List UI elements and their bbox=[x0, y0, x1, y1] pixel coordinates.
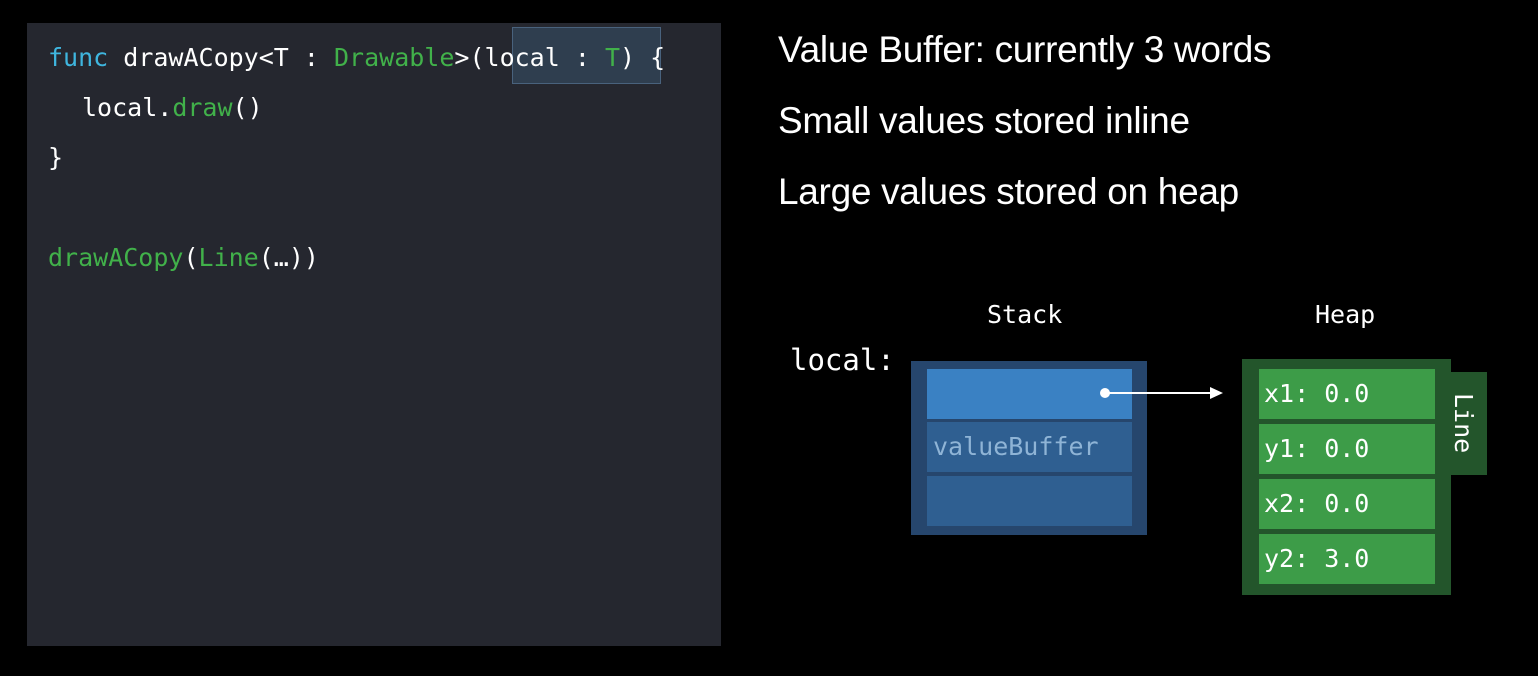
stack-cell-empty bbox=[927, 476, 1132, 526]
heap-cell-x1: x1: 0.0 bbox=[1259, 369, 1435, 419]
receiver: local. bbox=[82, 93, 173, 122]
code-line-invocation: drawACopy(Line(…)) bbox=[48, 238, 319, 278]
stack-cell-text: valueBuffer bbox=[933, 432, 1099, 461]
heap-cell-text: y1: 0.0 bbox=[1264, 434, 1370, 463]
bullet-small-values: Small values stored inline bbox=[778, 100, 1190, 141]
heap-pointer-arrowhead bbox=[1210, 387, 1223, 399]
code-line-draw-call: local.draw() bbox=[82, 88, 263, 128]
method-name: draw bbox=[172, 93, 233, 122]
call-function-name: drawACopy bbox=[48, 243, 184, 272]
signature-close: ) { bbox=[620, 43, 666, 72]
code-line-func-signature: func drawACopy<T : Drawable>(local : T) … bbox=[48, 38, 665, 78]
method-parens: () bbox=[232, 93, 263, 122]
heap-cell-y1: y1: 0.0 bbox=[1259, 424, 1435, 474]
parameter-type: T bbox=[604, 43, 621, 72]
bullet-value-buffer: Value Buffer: currently 3 words bbox=[778, 29, 1272, 70]
call-type-name: Line bbox=[198, 243, 259, 272]
stack-existential-container: valueBuffer bbox=[911, 361, 1147, 535]
function-name: drawACopy<T : bbox=[108, 43, 334, 72]
call-open-paren: ( bbox=[183, 243, 199, 272]
bullet-large-values: Large values stored on heap bbox=[778, 171, 1239, 212]
heap-label: Heap bbox=[1315, 300, 1376, 329]
keyword-func: func bbox=[48, 43, 109, 72]
code-panel: func drawACopy<T : Drawable>(local : T) … bbox=[27, 23, 721, 646]
code-line-close-brace: } bbox=[48, 143, 64, 172]
stack-label: Stack bbox=[987, 300, 1063, 329]
heap-cell-y2: y2: 3.0 bbox=[1259, 534, 1435, 584]
protocol-name: Drawable bbox=[334, 43, 455, 72]
call-arguments: (…)) bbox=[258, 243, 319, 272]
heap-cell-text: x1: 0.0 bbox=[1264, 379, 1370, 408]
signature-open: >( bbox=[454, 43, 485, 72]
parameter-name: local : bbox=[484, 43, 605, 72]
local-variable-label: local: bbox=[790, 343, 895, 377]
heap-pointer-arrow-line bbox=[1105, 392, 1211, 394]
stack-cell-value-buffer: valueBuffer bbox=[927, 422, 1132, 472]
heap-pointer-origin-dot bbox=[1100, 388, 1110, 398]
heap-cell-text: y2: 3.0 bbox=[1264, 544, 1370, 573]
heap-cell-text: x2: 0.0 bbox=[1264, 489, 1370, 518]
heap-cell-x2: x2: 0.0 bbox=[1259, 479, 1435, 529]
